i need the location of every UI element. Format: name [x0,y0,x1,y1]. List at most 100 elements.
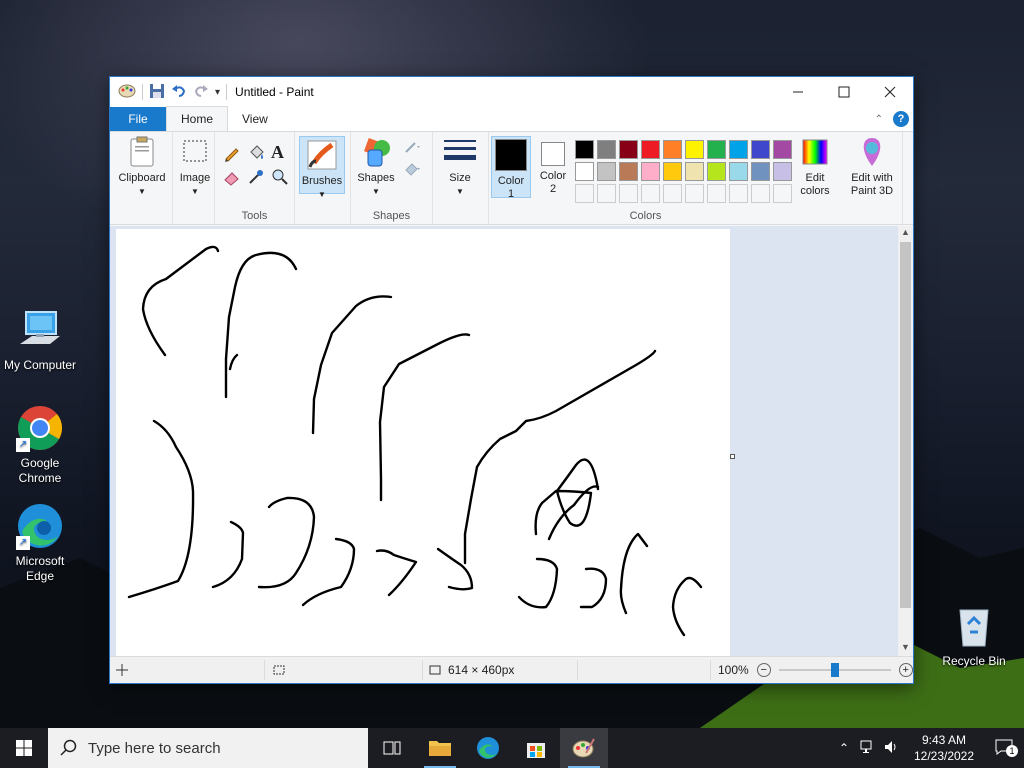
color-swatch[interactable] [597,162,616,181]
color-swatch[interactable] [619,162,638,181]
help-icon[interactable]: ? [893,111,909,127]
maximize-button[interactable] [821,77,867,107]
chevron-down-icon: ▼ [191,187,199,196]
desktop-icon-google-chrome[interactable]: ↗ Google Chrome [0,404,80,486]
task-view-button[interactable] [368,728,416,768]
drawing-canvas[interactable] [116,229,730,657]
zoom-in-button[interactable]: + [898,663,913,677]
color1-button[interactable]: Color 1 [491,136,531,200]
zoom-slider-thumb[interactable] [830,663,839,677]
tab-view[interactable]: View [228,107,282,131]
show-hidden-icons-button[interactable]: ⌃ [832,741,856,755]
color-swatch[interactable] [641,162,660,181]
color-swatch[interactable] [707,184,726,203]
color-picker-icon[interactable] [247,168,265,186]
shortcut-arrow-icon: ↗ [16,536,30,550]
color-swatch[interactable] [663,162,682,181]
scroll-up-icon[interactable]: ▲ [898,227,913,241]
taskbar-edge[interactable] [464,728,512,768]
fill-bucket-icon[interactable] [247,144,265,162]
paint-app-icon[interactable] [118,83,136,102]
magnifier-icon[interactable] [271,168,289,186]
minimize-button[interactable] [775,77,821,107]
color-swatch[interactable] [575,140,594,159]
color2-button[interactable]: Color 2 [533,136,573,198]
color-swatch[interactable] [751,162,770,181]
color-swatch[interactable] [707,140,726,159]
clipboard-icon [126,136,158,168]
image-button[interactable]: Image ▼ [176,136,214,220]
color-swatch[interactable] [597,140,616,159]
color1-label-line1: Color [497,175,525,187]
color-swatch[interactable] [575,162,594,181]
tools-group-label: Tools [241,210,268,222]
vertical-scrollbar[interactable]: ▲ ▼ [898,226,913,657]
color-swatch[interactable] [729,140,748,159]
outline-icon[interactable] [403,138,421,156]
color-swatch[interactable] [685,184,704,203]
eraser-icon[interactable] [223,168,241,186]
chevron-down-icon: ▼ [138,187,146,196]
undo-icon[interactable] [171,83,187,102]
scrollbar-thumb[interactable] [900,242,911,608]
desktop-icon-recycle-bin[interactable]: Recycle Bin [934,602,1014,669]
start-button[interactable] [0,728,48,768]
color-swatch[interactable] [729,184,748,203]
text-tool-icon[interactable]: A [271,142,289,162]
brushes-button[interactable]: Brushes ▼ [299,136,345,199]
collapse-ribbon-icon[interactable]: ⌃ [875,114,883,125]
color-swatch[interactable] [641,140,660,159]
save-icon[interactable] [149,83,165,102]
color-swatch[interactable] [751,184,770,203]
color-swatch[interactable] [707,162,726,181]
redo-icon[interactable] [193,83,209,102]
color-swatch[interactable] [685,140,704,159]
shapes-icon [360,136,392,168]
volume-icon[interactable] [880,740,904,757]
taskbar-paint[interactable] [560,728,608,768]
size-button[interactable]: Size ▼ [439,136,481,200]
search-placeholder: Type here to search [88,739,221,757]
group-brushes: Brushes ▼ [295,132,351,224]
pencil-icon[interactable] [223,144,241,162]
canvas-resize-handle[interactable] [730,454,735,459]
color-swatch[interactable] [619,140,638,159]
color-swatch[interactable] [597,184,616,203]
clipboard-button[interactable]: Clipboard ▼ [114,136,170,220]
edit3d-line2: Paint 3D [850,185,894,197]
cursor-position-icon [116,657,128,683]
color-swatch[interactable] [729,162,748,181]
edit-colors-button[interactable]: Edit colors [789,136,841,200]
taskbar-clock[interactable]: 9:43 AM 12/23/2022 [904,732,984,764]
color-swatch[interactable] [751,140,770,159]
scroll-down-icon[interactable]: ▼ [898,642,913,656]
desktop-icon-my-computer[interactable]: My Computer [0,306,80,373]
color-swatch[interactable] [619,184,638,203]
ribbon-right-controls: ⌃ ? [875,111,909,127]
shapes-button[interactable]: Shapes ▼ [355,136,397,200]
desktop-icon-microsoft-edge[interactable]: ↗ Microsoft Edge [0,502,80,584]
fill-icon[interactable] [403,160,421,178]
notification-center-button[interactable]: 1 [984,739,1024,758]
zoom-slider[interactable] [778,663,891,677]
tab-file[interactable]: File [110,107,166,131]
network-icon[interactable] [856,740,880,757]
color-swatch[interactable] [575,184,594,203]
desktop-icon-label: My Computer [3,358,77,372]
clock-time: 9:43 AM [921,733,967,747]
edit-with-paint3d-button[interactable]: Edit with Paint 3D [843,136,901,200]
zoom-out-button[interactable]: − [756,663,771,677]
color-swatch[interactable] [663,184,682,203]
taskbar-search-box[interactable]: Type here to search [48,728,368,768]
color2-swatch [541,142,565,166]
color-swatch[interactable] [641,184,660,203]
tab-home[interactable]: Home [166,106,229,131]
taskbar-store[interactable] [512,728,560,768]
customize-quick-access-icon[interactable]: ▾ [215,87,220,98]
color-swatch[interactable] [663,140,682,159]
taskbar-file-explorer[interactable] [416,728,464,768]
color-swatch[interactable] [685,162,704,181]
desktop-icon-label: Recycle Bin [942,654,1006,668]
close-button[interactable] [867,77,913,107]
zoom-controls: 100% − + [718,657,913,683]
